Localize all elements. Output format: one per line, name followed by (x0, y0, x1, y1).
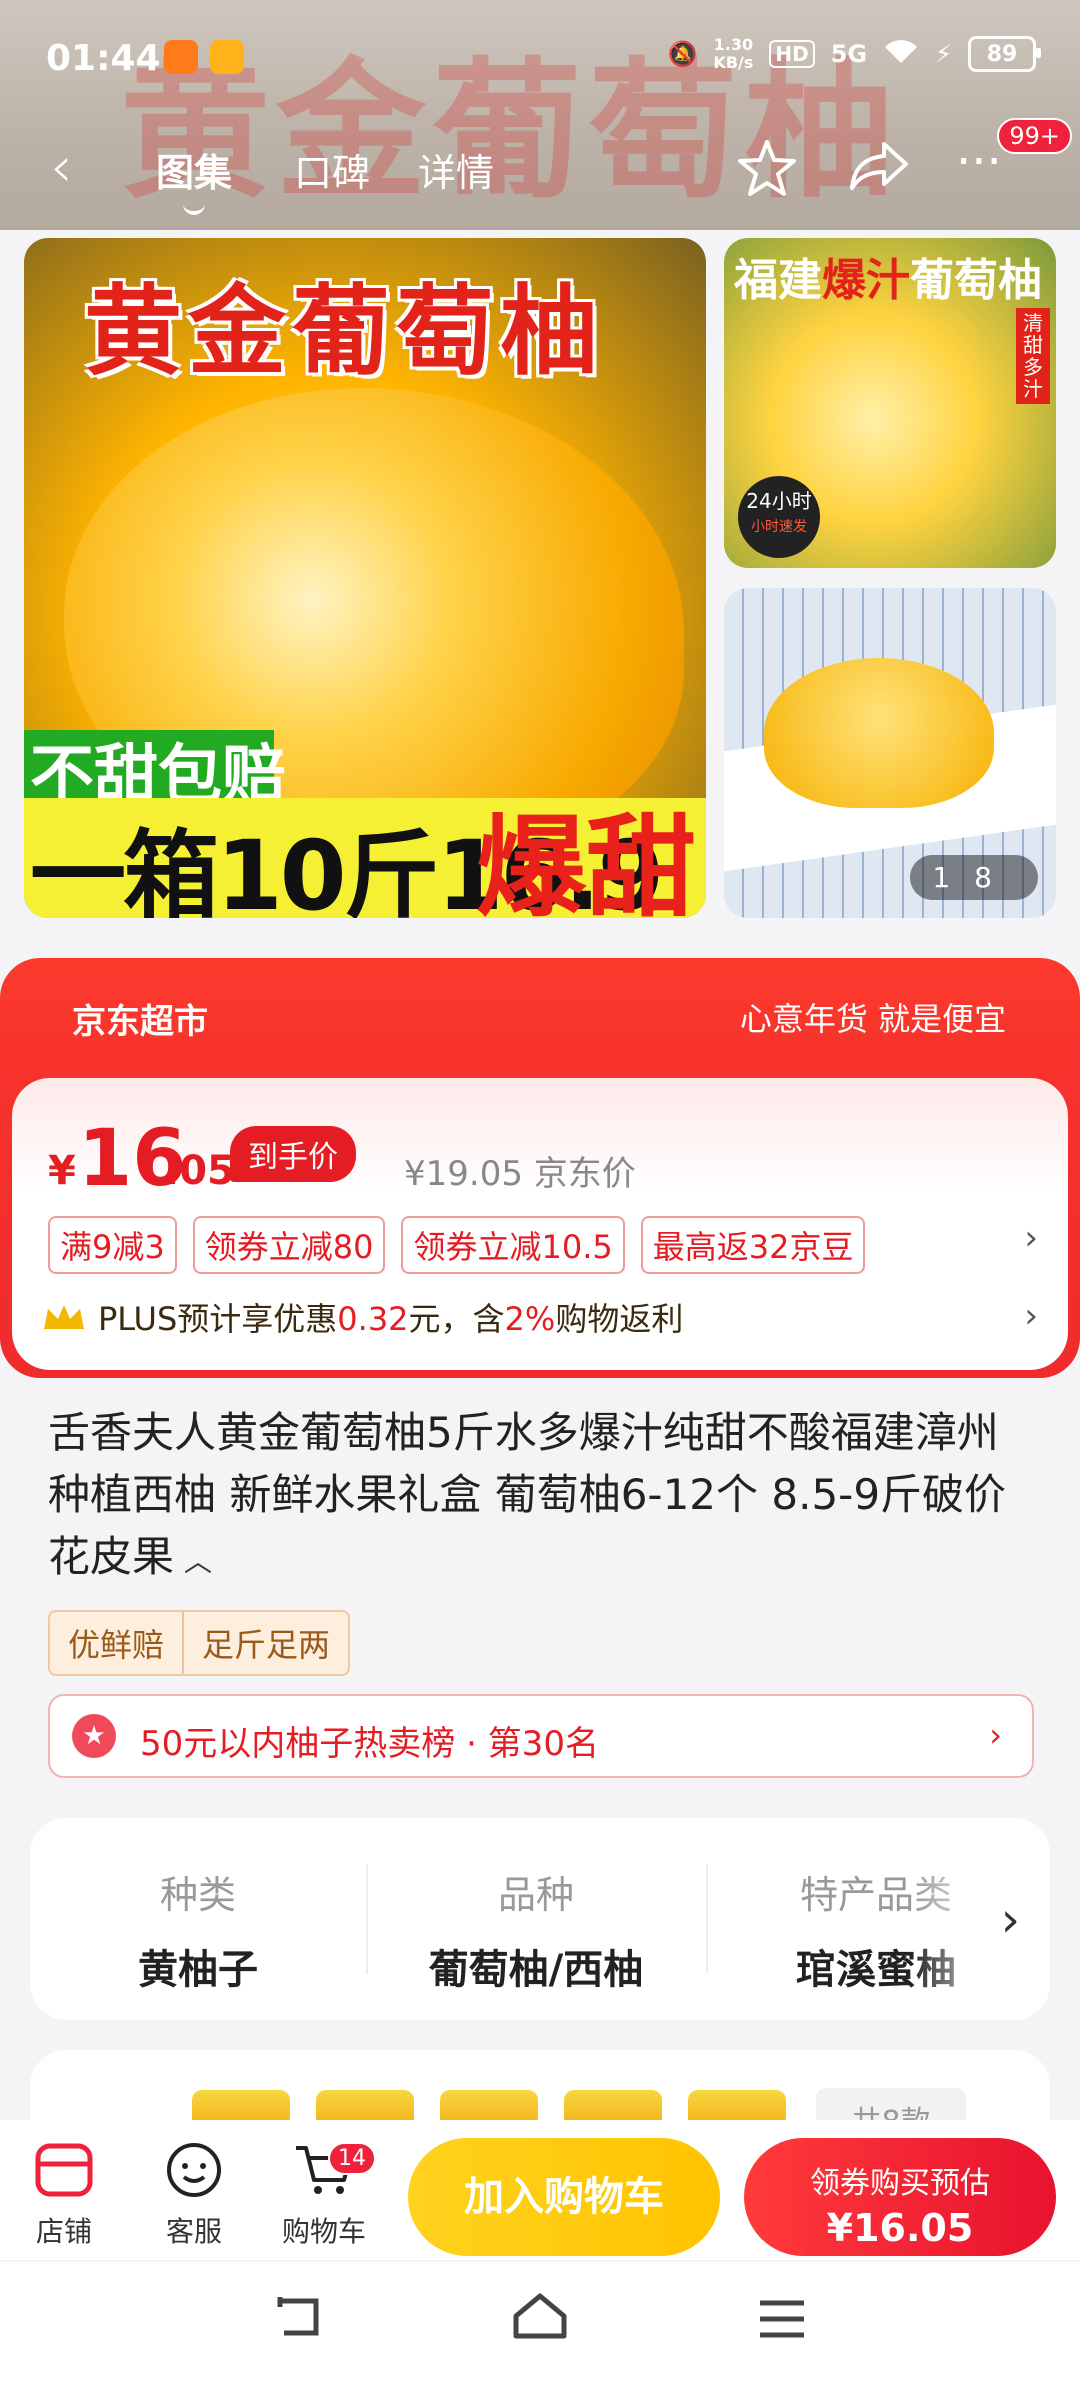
store-brand: 京东超市 (72, 1002, 208, 1042)
shop-button[interactable]: 店铺 (4, 2140, 124, 2250)
service-icon (134, 2140, 254, 2210)
notification-app-icon-2 (210, 40, 244, 74)
product-title: 舌香夫人黄金葡萄柚5斤水多爆汁纯甜不酸福建漳州种植西柚 新鲜水果礼盒 葡萄柚6-… (48, 1408, 1007, 1581)
cart-button[interactable]: 购物车 14 (264, 2140, 384, 2250)
image-title-text: 黄金葡萄柚 (84, 275, 605, 389)
charging-icon: ⚡ (935, 40, 952, 68)
system-back-icon[interactable] (270, 2290, 326, 2355)
store-slogan: 心意年货 就是便宜 (739, 1000, 1006, 1038)
price-decimal: .05 (164, 1148, 235, 1194)
original-price: ¥19.05 京东价 (404, 1154, 636, 1194)
network-type: 5G (830, 40, 868, 68)
wifi-icon (883, 37, 919, 71)
gallery-thumb-1[interactable]: 福建爆汁葡萄柚 清甜多汁 24小时 小时速发 (724, 238, 1056, 568)
thumb-vertical-label: 清甜多汁 (1016, 308, 1050, 404)
ranking-banner[interactable]: ★ 50元以内柚子热卖榜 · 第30名 › (48, 1694, 1034, 1778)
plus-benefit[interactable]: PLUS预计享优惠0.32元，含2%购物返利 (40, 1294, 683, 1340)
currency-symbol: ¥ (48, 1148, 76, 1194)
status-bar: 01:44 🔕 1.30 KB/s HD 5G ⚡ 89 (0, 0, 1080, 110)
shop-icon (4, 2140, 124, 2210)
service-chip[interactable]: 足斤足两 (182, 1612, 348, 1674)
mute-icon: 🔕 (667, 40, 698, 68)
hd-icon: HD (769, 40, 815, 68)
share-icon[interactable] (848, 138, 910, 207)
attributes-fade (910, 1818, 1050, 2020)
notification-app-icon (164, 40, 198, 74)
attributes-chevron-icon[interactable]: › (1001, 1892, 1020, 1948)
system-home-icon[interactable] (510, 2290, 570, 2356)
coupon-tag[interactable]: 满9减3 (48, 1216, 177, 1274)
service-chips[interactable]: 优鲜赔 足斤足两 (48, 1610, 351, 1676)
gallery-main-image[interactable]: 黄金葡萄柚 不甜包赔 一箱10斤16.9 爆甜 (24, 238, 706, 918)
cart-count-badge: 14 (328, 2142, 376, 2175)
coupon-chevron-icon[interactable]: › (1024, 1218, 1038, 1258)
network-speed: 1.30 KB/s (713, 35, 754, 72)
attribute-item: 品种 葡萄柚/西柚 (428, 1873, 644, 1993)
tab-details[interactable]: 详情 (418, 142, 494, 197)
product-nav-bar: ‹ 图集 口碑 详情 ··· 99+ (0, 118, 1080, 220)
final-price-tag: 到手价 (230, 1126, 356, 1182)
more-options-icon[interactable]: ··· (956, 134, 1002, 190)
coupon-tag[interactable]: 领券立减10.5 (401, 1216, 625, 1274)
grapefruit-segment-image (764, 658, 994, 808)
coupon-tag[interactable]: 领券立减80 (192, 1216, 386, 1274)
back-arrow-icon[interactable]: ‹ (50, 140, 72, 196)
ranking-text: 50元以内柚子热卖榜 · 第30名 (140, 1724, 599, 1764)
plus-chevron-icon[interactable]: › (1024, 1296, 1038, 1336)
image-sweet-text: 爆甜 (476, 804, 696, 918)
tab-gallery[interactable]: 图集 (156, 142, 232, 215)
message-count-badge: 99+ (997, 118, 1072, 154)
add-to-cart-button[interactable]: 加入购物车 (408, 2138, 720, 2256)
medal-icon: ★ (72, 1714, 116, 1758)
customer-service-button[interactable]: 客服 (134, 2140, 254, 2250)
gallery-pager: 18 (910, 855, 1038, 900)
system-menu-icon[interactable] (756, 2290, 808, 2355)
system-navigation-bar (0, 2262, 1080, 2400)
ranking-chevron-icon: › (989, 1716, 1002, 1754)
crown-icon (44, 1305, 84, 1329)
status-time: 01:44 (46, 38, 161, 79)
price-box: ¥ 16 .05 到手价 ¥19.05 京东价 满9减3 领券立减80 领券立减… (12, 1078, 1068, 1370)
collapse-chevron-icon[interactable]: ︿ (184, 1545, 212, 1578)
attribute-item: 种类 黄柚子 (138, 1873, 258, 1993)
fast-delivery-badge: 24小时 小时速发 (738, 476, 820, 558)
buy-now-button[interactable]: 领券购买预估 ¥16.05 (744, 2138, 1056, 2256)
battery-indicator: 89 (968, 36, 1041, 72)
tab-reviews[interactable]: 口碑 (294, 142, 370, 197)
coupon-tag[interactable]: 最高返32京豆 (640, 1216, 866, 1274)
thumb-title: 福建爆汁葡萄柚 (734, 255, 1042, 306)
bottom-action-bar: 店铺 客服 购物车 14 加入购物车 领券购买预估 ¥16.05 (0, 2120, 1080, 2260)
coupon-list[interactable]: 满9减3 领券立减80 领券立减10.5 最高返32京豆 (48, 1216, 866, 1274)
favorite-star-icon[interactable] (736, 138, 798, 211)
attributes-panel[interactable]: 种类 黄柚子 品种 葡萄柚/西柚 特产品类 琯溪蜜柚 › (30, 1818, 1050, 2020)
service-chip[interactable]: 优鲜赔 (50, 1612, 182, 1674)
gallery-thumb-2[interactable]: 18 (724, 588, 1056, 918)
